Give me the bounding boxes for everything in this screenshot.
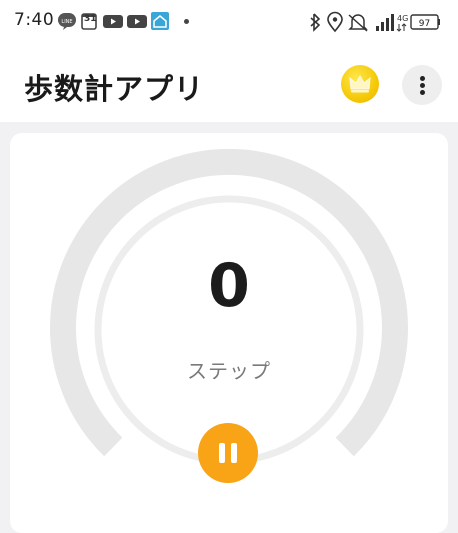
calendar-date: 31 bbox=[84, 14, 97, 24]
crown-icon bbox=[349, 74, 371, 93]
network-type: 4G bbox=[397, 14, 408, 23]
youtube-icon bbox=[127, 15, 147, 28]
system-status-icons: 4G 97 bbox=[310, 11, 440, 33]
battery-level: 97 bbox=[419, 19, 430, 29]
bell-off-icon bbox=[348, 14, 368, 32]
app-header: 歩数計アプリ bbox=[0, 44, 458, 122]
inner-ring bbox=[94, 195, 364, 465]
step-count: 0 bbox=[208, 251, 250, 321]
battery-icon: 97 bbox=[410, 14, 440, 30]
location-icon bbox=[327, 11, 343, 33]
status-bar: 7:40 LINE 31 4G 97 bbox=[0, 0, 458, 44]
youtube-icon bbox=[103, 15, 123, 28]
signal-icon bbox=[376, 14, 394, 31]
more-options-button[interactable] bbox=[402, 65, 442, 105]
status-time: 7:40 bbox=[14, 10, 55, 30]
notification-dot bbox=[184, 19, 189, 24]
page-title: 歩数計アプリ bbox=[24, 72, 205, 106]
pause-button[interactable] bbox=[198, 423, 258, 483]
step-unit-label: ステップ bbox=[187, 359, 271, 383]
pedometer-card: 0 ステップ bbox=[10, 133, 448, 533]
line-icon: LINE bbox=[58, 13, 76, 30]
svg-text:LINE: LINE bbox=[61, 19, 72, 25]
home-app-icon bbox=[151, 12, 169, 30]
premium-button[interactable] bbox=[341, 65, 379, 103]
bluetooth-icon bbox=[310, 13, 321, 32]
